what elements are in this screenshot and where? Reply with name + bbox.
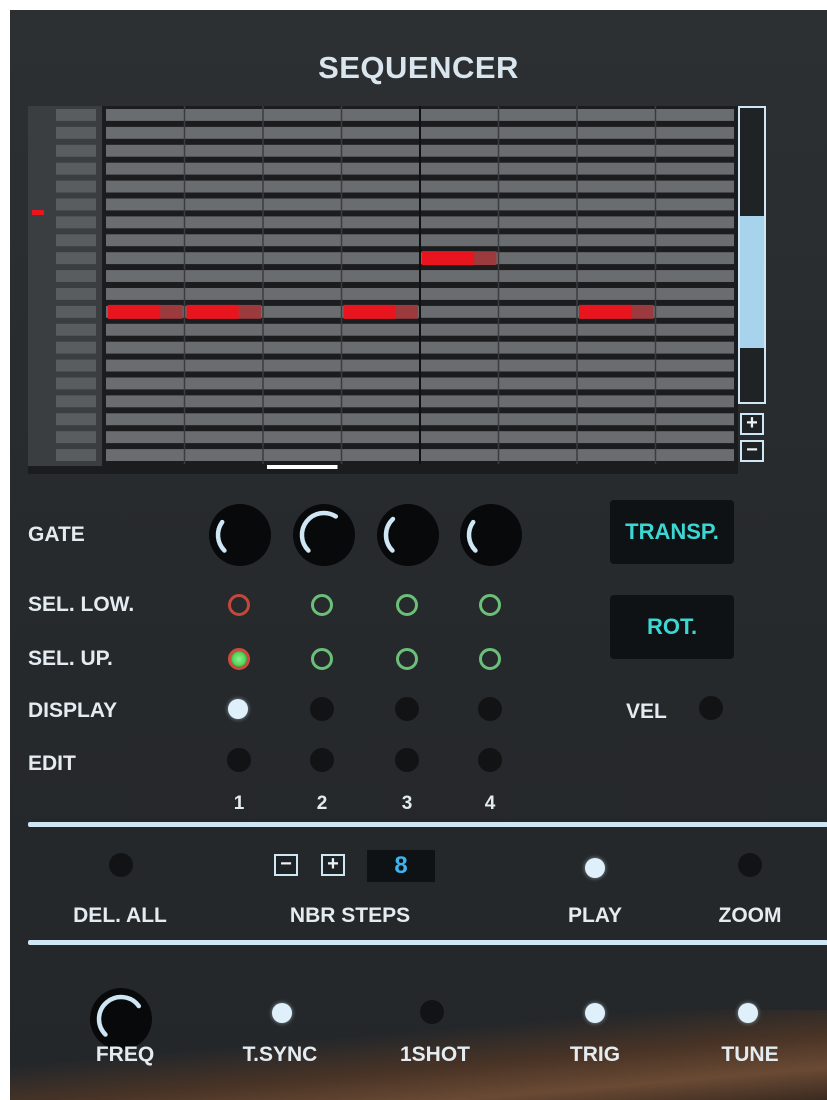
zoom-plus-button[interactable]: + [740,413,764,435]
del-all-label: DEL. ALL [73,904,167,927]
nbr-steps-value[interactable]: 8 [367,850,435,882]
piano-key [56,198,96,211]
piano-key [56,234,96,247]
note [108,304,161,319]
sel-up-3-toggle[interactable] [396,648,418,670]
tune-label: TUNE [721,1043,779,1066]
tsync-toggle[interactable] [272,1003,292,1023]
piano-key [56,305,96,318]
piano-key [56,431,96,444]
nbr-steps-plus-button[interactable]: + [321,854,345,876]
piano-key [56,252,96,265]
zoom-label: ZOOM [718,904,782,927]
piano-key [56,323,96,336]
sel-up-4-toggle[interactable] [479,648,501,670]
lane-number-2: 2 [316,793,328,814]
piano-key [56,109,96,121]
keyboard-marker [32,210,44,215]
piano-roll-grid[interactable] [28,106,738,474]
piano-key [56,144,96,157]
piano-key [56,449,96,461]
piano-key [56,377,96,390]
tsync-label: T.SYNC [242,1043,318,1066]
vel-toggle[interactable] [699,696,723,720]
nbr-steps-minus-button[interactable]: − [274,854,298,876]
zoom-minus-button[interactable]: − [740,440,764,462]
vel-label: VEL [626,700,667,723]
piano-key [56,413,96,426]
lane-number-4: 4 [484,793,496,814]
piano-key [56,216,96,229]
oneshot-label: 1SHOT [399,1043,470,1066]
playhead-indicator [267,465,338,469]
piano-key [56,180,96,193]
sel-low-label: SEL. LOW. [28,593,135,616]
edit-2-toggle[interactable] [310,748,334,772]
display-2-toggle[interactable] [310,697,334,721]
sel-up-1-toggle[interactable] [228,648,250,670]
oneshot-toggle[interactable] [420,1000,444,1024]
gate-knob-1[interactable] [207,502,273,568]
edit-label: EDIT [28,752,76,775]
roll-scrollbar-thumb[interactable] [740,216,764,348]
sel-low-3-toggle[interactable] [396,594,418,616]
divider-bottom [28,940,827,945]
rotate-button[interactable]: ROT. [610,595,734,659]
piano-key [56,395,96,408]
divider-top [28,822,827,827]
display-3-toggle[interactable] [395,697,419,721]
piano-roll[interactable] [28,106,768,474]
tune-toggle[interactable] [738,1003,758,1023]
sel-low-2-toggle[interactable] [311,594,333,616]
nbr-steps-label: NBR STEPS [289,904,411,927]
trig-label: TRIG [569,1043,621,1066]
piano-key [56,288,96,300]
keyboard-strip [28,106,102,466]
gate-label: GATE [28,523,85,546]
transpose-button[interactable]: TRANSP. [610,500,734,564]
piano-key [56,126,96,139]
edit-3-toggle[interactable] [395,748,419,772]
sel-low-4-toggle[interactable] [479,594,501,616]
play-label: PLAY [567,904,623,927]
sel-up-label: SEL. UP. [28,647,113,670]
gate-knob-2[interactable] [291,502,357,568]
page-title: SEQUENCER [318,50,519,85]
display-4-toggle[interactable] [478,697,502,721]
trig-toggle[interactable] [585,1003,605,1023]
freq-label: FREQ [95,1043,155,1066]
sel-low-1-toggle[interactable] [228,594,250,616]
display-label: DISPLAY [28,699,118,722]
sel-up-2-toggle[interactable] [311,648,333,670]
gate-knob-4[interactable] [458,502,524,568]
note [422,251,475,266]
piano-key [56,270,96,282]
display-1-toggle[interactable] [228,699,248,719]
edit-4-toggle[interactable] [478,748,502,772]
lane-number-3: 3 [401,793,413,814]
piano-key [56,162,96,175]
del-all-button[interactable] [109,853,133,877]
play-toggle[interactable] [585,858,605,878]
roll-scrollbar[interactable] [738,106,766,404]
note [186,304,239,319]
edit-1-toggle[interactable] [227,748,251,772]
gate-knob-3[interactable] [375,502,441,568]
piano-key [56,359,96,372]
note [579,304,632,319]
lane-number-1: 1 [233,793,245,814]
note [343,304,396,319]
sequencer-panel: SEQUENCER + − GATE SEL. LOW. SEL. UP. DI… [10,10,827,1100]
piano-key [56,341,96,354]
zoom-toggle[interactable] [738,853,762,877]
